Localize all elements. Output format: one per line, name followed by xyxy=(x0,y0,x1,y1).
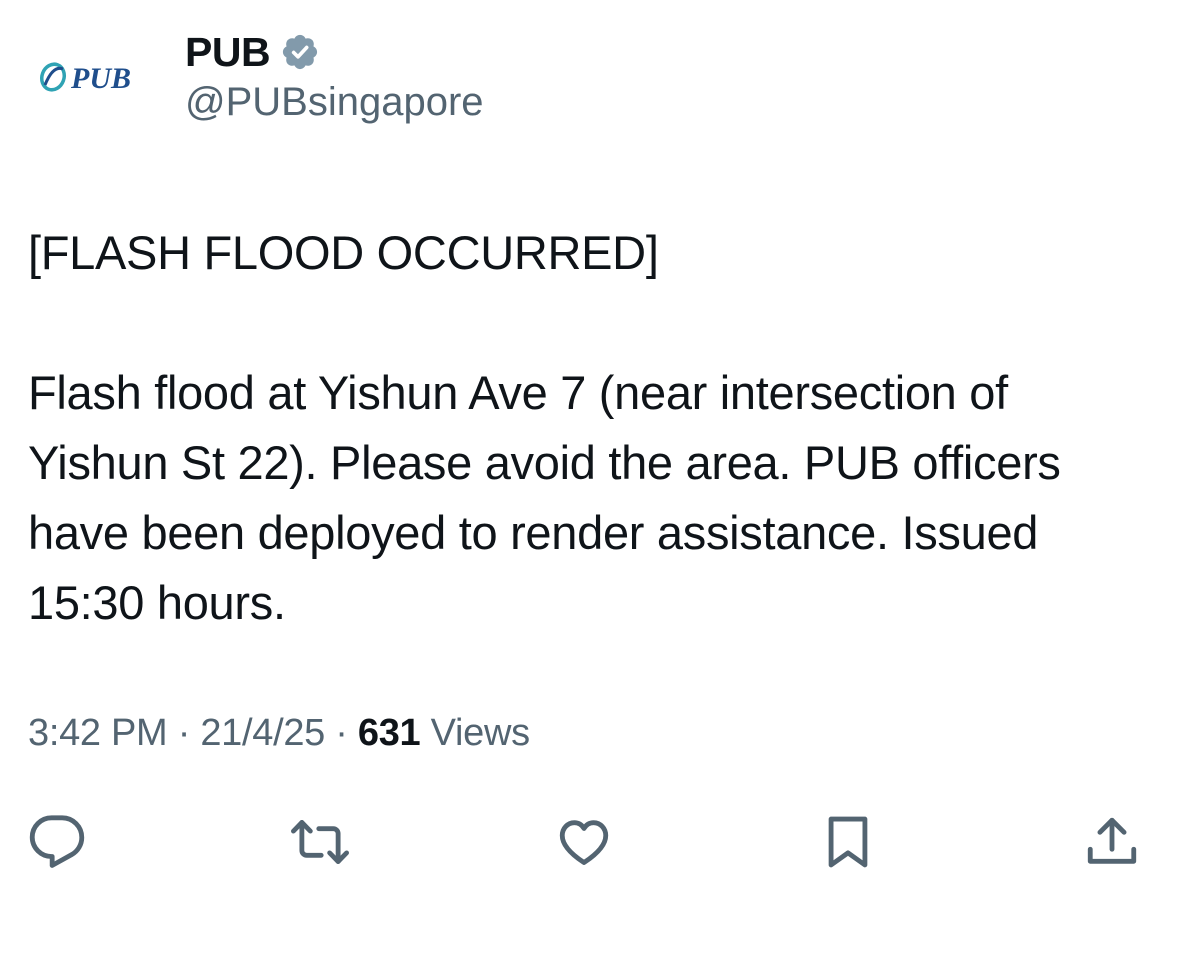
author-block: PUB @PUBsingapore xyxy=(185,26,484,125)
like-icon xyxy=(559,820,609,865)
share-icon xyxy=(1087,817,1137,864)
tweet-time[interactable]: 3:42 PM xyxy=(28,712,168,754)
name-row: PUB xyxy=(185,26,484,78)
retweet-icon xyxy=(291,820,349,864)
meta-separator: · xyxy=(177,712,191,754)
tweet-card: PUB PUB @PUBsingapore [FLASH FLOOD OCCUR… xyxy=(0,0,1179,979)
user-handle[interactable]: @PUBsingapore xyxy=(185,80,484,125)
share-button[interactable] xyxy=(1080,810,1144,874)
svg-text:PUB: PUB xyxy=(70,62,131,95)
display-name[interactable]: PUB xyxy=(185,29,271,76)
like-button[interactable] xyxy=(552,810,616,874)
tweet-headline: [FLASH FLOOD OCCURRED] xyxy=(28,226,659,279)
retweet-button[interactable] xyxy=(288,810,352,874)
verified-badge-icon[interactable] xyxy=(280,32,320,72)
pub-logo-icon: PUB xyxy=(39,62,131,95)
tweet-text: [FLASH FLOOD OCCURRED] Flash flood at Yi… xyxy=(28,218,1158,638)
meta-separator: · xyxy=(335,712,348,754)
tweet-date[interactable]: 21/4/25 xyxy=(200,712,325,754)
bookmark-icon xyxy=(828,816,868,868)
avatar[interactable]: PUB xyxy=(28,22,158,132)
reply-icon xyxy=(29,815,85,868)
bookmark-button[interactable] xyxy=(816,810,880,874)
views-count: 631 xyxy=(357,712,421,754)
reply-button[interactable] xyxy=(25,810,89,874)
tweet-body: Flash flood at Yishun Ave 7 (near inters… xyxy=(28,366,1061,629)
views-label: Views xyxy=(430,712,530,754)
tweet-meta: 3:42 PM · 21/4/25 · 631 Views xyxy=(28,712,530,755)
action-bar xyxy=(0,810,1179,874)
